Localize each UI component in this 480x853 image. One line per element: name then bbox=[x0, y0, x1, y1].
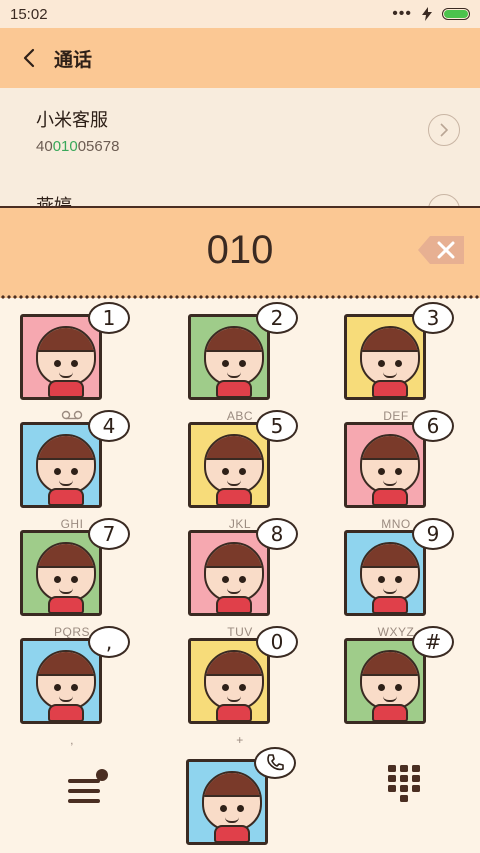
contact-name: 燕婷 bbox=[36, 196, 72, 206]
dial-key[interactable]: ,, bbox=[12, 624, 132, 747]
contact-result[interactable]: 燕婷 bbox=[36, 192, 72, 206]
cartoon-face bbox=[360, 542, 420, 602]
cartoon-body bbox=[216, 380, 252, 398]
key-digit: 8 bbox=[256, 518, 298, 550]
dial-key[interactable]: 4 GHI bbox=[12, 408, 132, 531]
dial-key[interactable]: 2 ABC bbox=[180, 300, 300, 423]
contact-detail-button[interactable] bbox=[428, 194, 460, 206]
number-input-area: 010 bbox=[0, 206, 480, 298]
cartoon-face bbox=[36, 542, 96, 602]
cartoon-face bbox=[36, 650, 96, 710]
dial-key[interactable]: # bbox=[336, 624, 456, 732]
cartoon-face bbox=[360, 434, 420, 494]
key-digit: 3 bbox=[412, 302, 454, 334]
battery-icon bbox=[442, 8, 470, 20]
cartoon-body bbox=[216, 488, 252, 506]
cartoon-body bbox=[216, 596, 252, 614]
menu-icon[interactable] bbox=[66, 769, 112, 809]
key-digit: 4 bbox=[88, 410, 130, 442]
dial-key[interactable]: 8 TUV bbox=[180, 516, 300, 639]
bottom-action-bar bbox=[0, 745, 480, 853]
status-icons: ••• bbox=[392, 6, 470, 22]
contact-number: 4001005678 bbox=[36, 138, 120, 155]
cartoon-face bbox=[36, 434, 96, 494]
cartoon-face bbox=[204, 542, 264, 602]
dialed-number: 010 bbox=[206, 228, 274, 272]
cartoon-body bbox=[48, 596, 84, 614]
dial-key[interactable]: 6 MNO bbox=[336, 408, 456, 531]
contact-detail-button[interactable] bbox=[428, 114, 460, 146]
cartoon-face bbox=[360, 650, 420, 710]
call-key-art bbox=[178, 745, 298, 853]
cartoon-face bbox=[36, 326, 96, 386]
cartoon-body bbox=[48, 704, 84, 722]
key-digit: 0 bbox=[256, 626, 298, 658]
dial-key[interactable]: 3 DEF bbox=[336, 300, 456, 423]
status-time: 15:02 bbox=[10, 5, 48, 23]
cartoon-face bbox=[204, 434, 264, 494]
cartoon-face bbox=[204, 326, 264, 386]
key-digit: 5 bbox=[256, 410, 298, 442]
contact-name: 小米客服 bbox=[36, 110, 108, 130]
backspace-icon[interactable] bbox=[418, 236, 464, 264]
key-digit: # bbox=[412, 626, 454, 658]
back-arrow-icon[interactable] bbox=[18, 47, 40, 69]
cartoon-body bbox=[214, 825, 250, 843]
dial-key[interactable]: 0 + bbox=[180, 624, 300, 747]
dial-key[interactable]: 9 WXYZ bbox=[336, 516, 456, 639]
cartoon-face bbox=[202, 771, 262, 831]
search-results: 小米客服 4001005678 燕婷 bbox=[0, 88, 480, 206]
page-title: 通话 bbox=[54, 49, 93, 71]
cartoon-face bbox=[204, 650, 264, 710]
key-digit: , bbox=[88, 626, 130, 658]
cartoon-face bbox=[360, 326, 420, 386]
dial-key[interactable]: 7 PQRS bbox=[12, 516, 132, 639]
charging-icon bbox=[422, 7, 432, 21]
contact-result[interactable]: 小米客服 4001005678 bbox=[36, 106, 119, 155]
key-digit: 2 bbox=[256, 302, 298, 334]
key-digit: 1 bbox=[88, 302, 130, 334]
key-digit: 7 bbox=[88, 518, 130, 550]
dial-key[interactable]: 5 JKL bbox=[180, 408, 300, 531]
key-digit: 9 bbox=[412, 518, 454, 550]
dialpad-icon[interactable] bbox=[388, 765, 420, 805]
cartoon-body bbox=[372, 488, 408, 506]
phone-icon bbox=[254, 747, 296, 779]
cartoon-body bbox=[372, 380, 408, 398]
cartoon-body bbox=[216, 704, 252, 722]
cartoon-body bbox=[372, 596, 408, 614]
cartoon-body bbox=[48, 488, 84, 506]
status-bar: 15:02 ••• bbox=[0, 0, 480, 28]
cartoon-body bbox=[48, 380, 84, 398]
more-dots-icon: ••• bbox=[392, 5, 412, 22]
cartoon-body bbox=[372, 704, 408, 722]
call-button[interactable] bbox=[178, 745, 298, 853]
key-digit: 6 bbox=[412, 410, 454, 442]
dial-key[interactable]: 1 bbox=[12, 300, 132, 420]
header-bar: 通话 bbox=[0, 28, 480, 88]
